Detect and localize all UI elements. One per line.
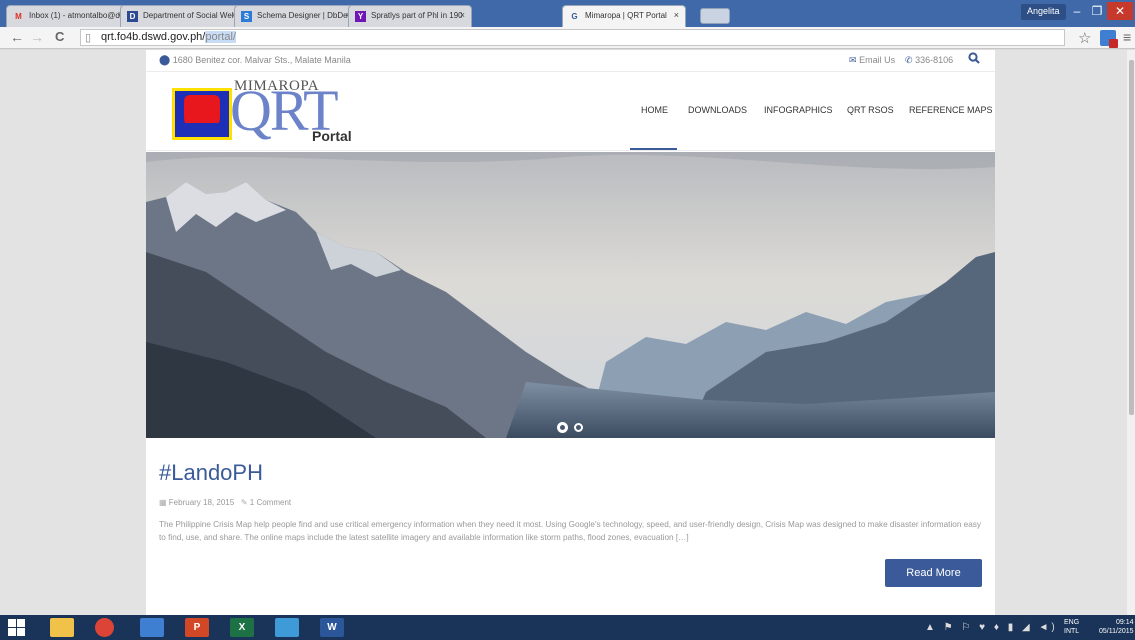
site-logo[interactable]: QRT MIMAROPA Portal: [172, 78, 362, 148]
phone-number: 336-8106: [915, 55, 954, 65]
slider-dots: [557, 420, 586, 434]
tab-gmail[interactable]: M Inbox (1) - atmontalbo@d ×: [6, 5, 130, 27]
logo-region: MIMAROPA: [234, 78, 320, 94]
url-host: qrt.fo4b.dswd.gov.ph/: [101, 31, 206, 43]
page-scrollbar[interactable]: [1127, 50, 1135, 615]
phone-info: ✆ 336-8106: [905, 55, 953, 66]
hero-slider: [146, 152, 995, 438]
tab-yahoo[interactable]: Y Spratlys part of Phl in 190 ×: [348, 5, 472, 27]
system-tray[interactable]: ▲ ⚑ ⚐ ♥ ♦ ▮ ◢ ◄): [925, 622, 1058, 633]
google-icon: G: [571, 12, 578, 21]
contact-bar: ⬤ 1680 Benitez cor. Malvar Sts., Malate …: [146, 50, 995, 72]
address-info: ⬤ 1680 Benitez cor. Malvar Sts., Malate …: [159, 55, 351, 66]
post-meta: ▦ February 18, 2015 ✎ 1 Comment: [159, 498, 291, 507]
input-language[interactable]: ENG INTL: [1064, 618, 1079, 636]
extension-icon[interactable]: [1100, 30, 1118, 48]
menu-icon[interactable]: ≡: [1123, 29, 1131, 45]
notepad-icon[interactable]: [275, 618, 299, 637]
minimize-button[interactable]: –: [1067, 2, 1087, 20]
post-comments[interactable]: 1 Comment: [250, 498, 291, 507]
forward-icon[interactable]: →: [30, 29, 44, 45]
windows-taskbar: P X W ▲ ⚑ ⚐ ♥ ♦ ▮ ◢ ◄) ENG INTL 09:14 05…: [0, 615, 1135, 640]
dbdesigner-icon: S: [241, 11, 252, 22]
new-tab-button[interactable]: [700, 8, 730, 24]
tab-label: Mimaropa | QRT Portal: [585, 11, 667, 20]
email-link[interactable]: ✉ Email Us: [849, 55, 895, 66]
url-path: portal/: [205, 31, 236, 43]
post-excerpt: The Philippine Crisis Map help people fi…: [159, 520, 981, 542]
read-more-button[interactable]: Read More: [885, 559, 982, 587]
lang-layout: INTL: [1064, 628, 1080, 635]
tab-dbdesigner[interactable]: S Schema Designer | DbDes ×: [234, 5, 358, 27]
back-icon[interactable]: ←: [10, 29, 24, 45]
tab-label: Inbox (1) - atmontalbo@d: [29, 11, 120, 20]
slide-dot-1[interactable]: [557, 422, 568, 434]
comment-icon: ✎: [240, 498, 248, 507]
clock-date: 05/11/2015: [1099, 628, 1134, 635]
browser-toolbar: ← → C ▯ qrt.fo4b.dswd.gov.ph/portal/ ☆ ≡: [0, 27, 1135, 49]
clock[interactable]: 09:14 05/11/2015: [1099, 618, 1134, 636]
scrollbar-thumb[interactable]: [1129, 60, 1134, 415]
tab-label: Schema Designer | DbDes: [257, 11, 352, 20]
tab-label: Department of Social Wel: [143, 11, 234, 20]
maximize-button[interactable]: ❐: [1087, 2, 1107, 20]
nav-active-indicator: [630, 148, 677, 150]
post-date: February 18, 2015: [168, 498, 235, 507]
slide-dot-2[interactable]: [574, 423, 584, 433]
tab-qrt-portal[interactable]: G Mimaropa | QRT Portal ×: [562, 5, 686, 28]
post-title[interactable]: #LandoPH: [159, 460, 263, 486]
excel-icon[interactable]: X: [230, 618, 254, 637]
map-marker-icon: ⬤: [159, 55, 171, 66]
page-icon: ▯: [85, 32, 92, 44]
envelope-icon: ✉: [849, 55, 857, 65]
close-icon[interactable]: ×: [460, 10, 465, 20]
dswd-icon: D: [127, 11, 138, 22]
close-window-button[interactable]: ✕: [1107, 2, 1133, 20]
page-container: ⬤ 1680 Benitez cor. Malvar Sts., Malate …: [146, 50, 995, 615]
nav-downloads[interactable]: DOWNLOADS: [688, 105, 747, 115]
file-explorer-icon[interactable]: [50, 618, 74, 637]
gmail-icon: M: [15, 12, 22, 21]
nav-infographics[interactable]: INFOGRAPHICS: [764, 105, 833, 115]
nav-home[interactable]: HOME: [641, 105, 668, 115]
search-icon[interactable]: [968, 52, 980, 67]
address-text: 1680 Benitez cor. Malvar Sts., Malate Ma…: [172, 55, 351, 65]
yahoo-icon: Y: [355, 11, 366, 22]
tab-label: Spratlys part of Phl in 190: [371, 11, 463, 20]
profile-button[interactable]: Angelita: [1021, 4, 1066, 20]
word-icon[interactable]: W: [320, 618, 344, 637]
phone-icon: ✆: [905, 55, 913, 65]
mountain-landscape-image: [146, 152, 995, 438]
star-icon[interactable]: ☆: [1078, 29, 1091, 47]
lang-code: ENG: [1064, 619, 1080, 626]
logo-sub: Portal: [312, 128, 352, 144]
address-bar[interactable]: ▯ qrt.fo4b.dswd.gov.ph/portal/: [80, 29, 1065, 46]
powerpoint-icon[interactable]: P: [185, 618, 209, 637]
site-header: QRT MIMAROPA Portal HOME DOWNLOADS INFOG…: [146, 73, 995, 151]
browser-tab-strip: M Inbox (1) - atmontalbo@d × D Departmen…: [0, 0, 1135, 28]
reload-icon[interactable]: C: [55, 29, 64, 44]
windows-start-icon[interactable]: [8, 619, 26, 636]
nav-reference-maps[interactable]: REFERENCE MAPS: [909, 105, 993, 115]
tab-dswd[interactable]: D Department of Social Wel ×: [120, 5, 244, 27]
dswd-emblem: [172, 88, 232, 140]
close-icon[interactable]: ×: [674, 10, 679, 20]
ftp-client-icon[interactable]: [140, 618, 164, 637]
email-label: Email Us: [859, 55, 896, 65]
clock-time: 09:14: [1115, 619, 1134, 626]
nav-qrt-rsos[interactable]: QRT RSOS: [847, 105, 894, 115]
calendar-icon: ▦: [159, 498, 167, 507]
page-viewport: ⬤ 1680 Benitez cor. Malvar Sts., Malate …: [0, 50, 1135, 615]
chrome-icon[interactable]: [95, 618, 114, 637]
